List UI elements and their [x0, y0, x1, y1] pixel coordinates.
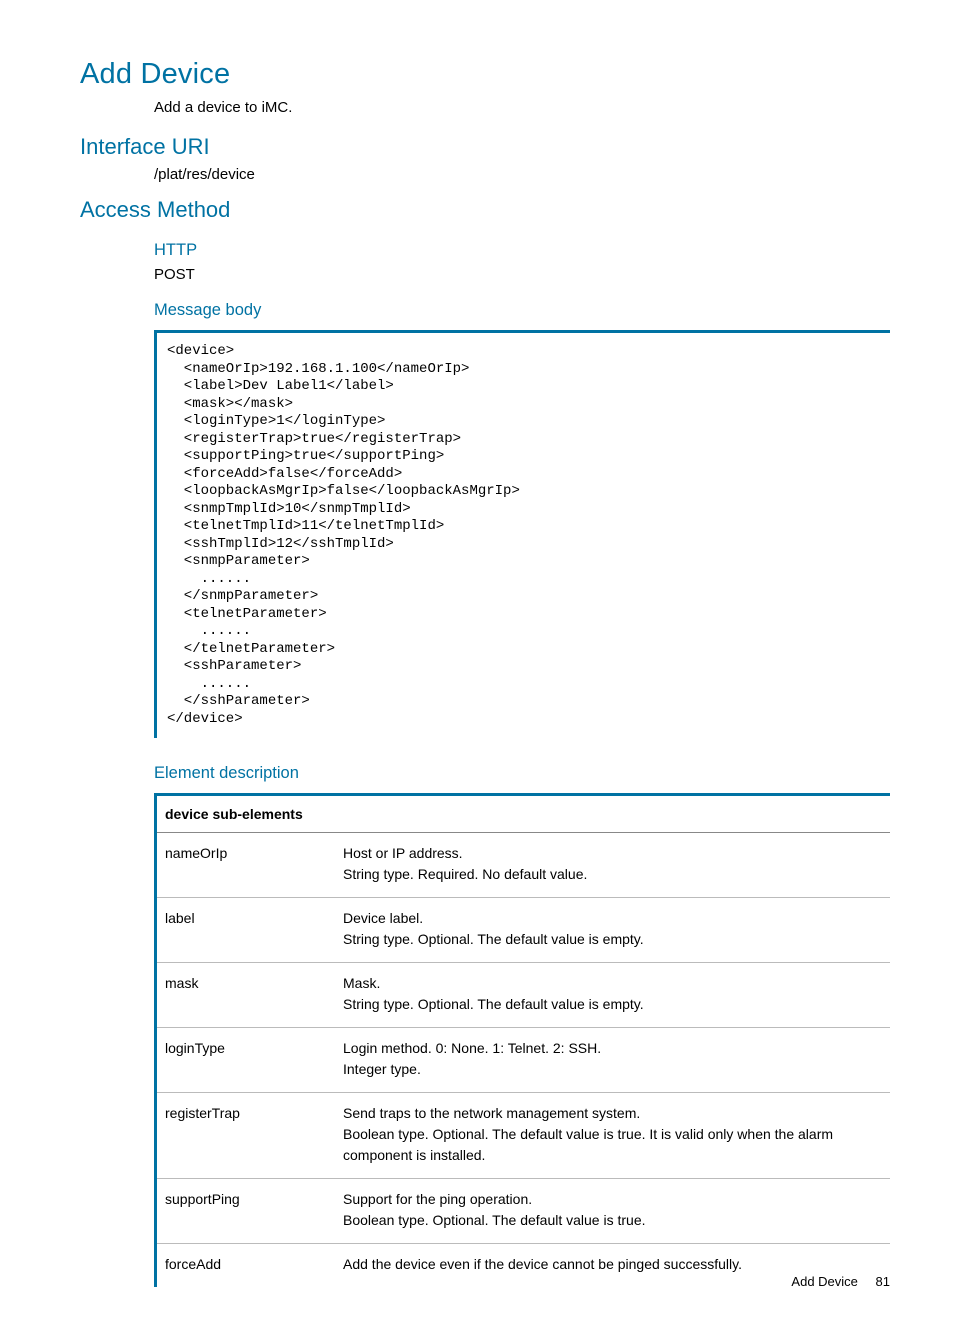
element-name: label — [157, 898, 335, 963]
message-body-heading: Message body — [154, 301, 890, 320]
http-method: POST — [154, 266, 890, 283]
element-name: nameOrIp — [157, 833, 335, 898]
page-title: Add Device — [80, 58, 890, 91]
intro-text: Add a device to iMC. — [154, 99, 890, 116]
footer-label: Add Device — [791, 1274, 857, 1289]
element-name: supportPing — [157, 1179, 335, 1244]
section-interface-uri-heading: Interface URI — [80, 134, 890, 160]
element-description-table: device sub-elements nameOrIp Host or IP … — [154, 793, 890, 1287]
table-row: loginType Login method. 0: None. 1: Teln… — [157, 1028, 890, 1093]
table-row: mask Mask. String type. Optional. The de… — [157, 963, 890, 1028]
message-body-code: <device> <nameOrIp>192.168.1.100</nameOr… — [154, 330, 890, 738]
interface-uri-value: /plat/res/device — [154, 166, 890, 183]
section-access-method-heading: Access Method — [80, 197, 890, 223]
element-desc: Support for the ping operation. Boolean … — [335, 1179, 890, 1244]
element-desc: Send traps to the network management sys… — [335, 1093, 890, 1179]
element-name: mask — [157, 963, 335, 1028]
page-footer: Add Device 81 — [791, 1274, 890, 1289]
element-desc: Login method. 0: None. 1: Telnet. 2: SSH… — [335, 1028, 890, 1093]
table-row: registerTrap Send traps to the network m… — [157, 1093, 890, 1179]
table-header: device sub-elements — [157, 796, 890, 833]
http-heading: HTTP — [154, 241, 890, 260]
table-row: nameOrIp Host or IP address. String type… — [157, 833, 890, 898]
element-name: loginType — [157, 1028, 335, 1093]
element-desc: Mask. String type. Optional. The default… — [335, 963, 890, 1028]
element-desc: Device label. String type. Optional. The… — [335, 898, 890, 963]
element-desc: Host or IP address. String type. Require… — [335, 833, 890, 898]
table-row: forceAdd Add the device even if the devi… — [157, 1244, 890, 1288]
footer-page-number: 81 — [876, 1274, 890, 1289]
element-description-heading: Element description — [154, 764, 890, 783]
element-name: forceAdd — [157, 1244, 335, 1288]
table-row: label Device label. String type. Optiona… — [157, 898, 890, 963]
table-row: supportPing Support for the ping operati… — [157, 1179, 890, 1244]
element-name: registerTrap — [157, 1093, 335, 1179]
